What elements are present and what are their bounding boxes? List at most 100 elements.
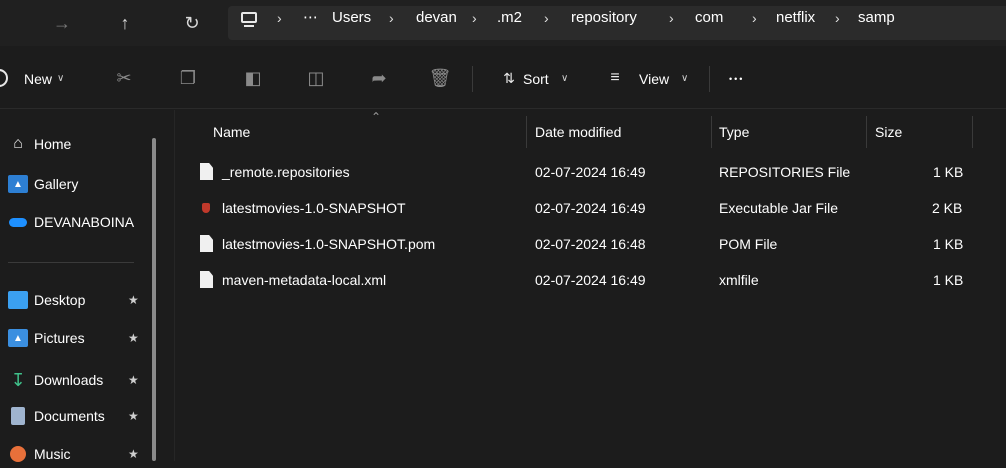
breadcrumb-repository[interactable]: repository	[571, 8, 637, 28]
table-row[interactable]: latestmovies-1.0-SNAPSHOT 02-07-2024 16:…	[195, 191, 1006, 225]
column-header-name[interactable]: Name	[213, 118, 250, 146]
breadcrumb-separator: ›	[472, 10, 477, 26]
address-bar-row: → ↑ ↻ › ⋯ Users › devan › .m2 › reposito…	[0, 0, 1006, 46]
sidebar-item-downloads[interactable]: ↧ Downloads ★	[0, 366, 150, 394]
column-header-size[interactable]: Size	[875, 118, 902, 146]
sidebar-item-pictures[interactable]: ▲ Pictures ★	[0, 324, 150, 352]
toolbar-divider	[472, 66, 473, 92]
breadcrumb-separator: ›	[669, 10, 674, 26]
gallery-icon: ▲	[8, 175, 28, 193]
music-icon	[8, 445, 28, 463]
breadcrumb-overflow[interactable]: ⋯	[303, 8, 319, 28]
view-icon: ≡	[610, 69, 620, 86]
sidebar-item-desktop[interactable]: Desktop ★	[0, 286, 150, 314]
pin-icon[interactable]: ★	[128, 409, 139, 423]
pin-icon[interactable]: ★	[128, 293, 139, 307]
sidebar-item-gallery[interactable]: ▲ Gallery	[0, 170, 150, 198]
sidebar-item-documents[interactable]: Documents ★	[0, 402, 150, 430]
delete-icon[interactable]: 🗑	[428, 66, 452, 90]
toolbar-divider	[709, 66, 710, 92]
sort-icon: ⇅	[503, 69, 515, 86]
pin-icon[interactable]: ★	[128, 373, 139, 387]
sidebar-item-label: Home	[34, 136, 72, 152]
sidebar-scrollbar[interactable]	[152, 138, 156, 461]
file-name: latestmovies-1.0-SNAPSHOT.pom	[222, 236, 436, 252]
monitor-icon	[241, 12, 261, 28]
add-icon	[0, 66, 8, 90]
breadcrumb-separator: ›	[389, 10, 394, 26]
view-button[interactable]: View	[639, 69, 669, 89]
table-row[interactable]: latestmovies-1.0-SNAPSHOT.pom 02-07-2024…	[195, 227, 1006, 261]
file-name: maven-metadata-local.xml	[222, 272, 387, 288]
file-type: xmlfile	[719, 272, 759, 288]
file-date: 02-07-2024 16:49	[535, 200, 646, 216]
chevron-down-icon: ∨	[681, 73, 689, 84]
breadcrumb-samp[interactable]: samp	[858, 8, 1006, 28]
sidebar-item-label: Downloads	[34, 372, 104, 388]
breadcrumb-netflix[interactable]: netflix	[776, 8, 815, 28]
pane-divider	[174, 110, 175, 461]
file-type: REPOSITORIES File	[719, 164, 851, 180]
sidebar-item-label: Documents	[34, 408, 105, 424]
file-size: 1 KB	[933, 272, 964, 288]
share-icon[interactable]: ➦	[367, 66, 391, 90]
pin-icon[interactable]: ★	[128, 447, 139, 461]
file-date: 02-07-2024 16:48	[535, 236, 646, 252]
breadcrumb-com[interactable]: com	[695, 8, 723, 28]
breadcrumb-separator: ›	[544, 10, 549, 26]
paste-icon[interactable]: ◧	[241, 66, 265, 90]
breadcrumb-users[interactable]: Users	[332, 8, 371, 28]
sort-ascending-icon: ⌃	[371, 110, 382, 124]
file-size: 1 KB	[933, 236, 964, 252]
forward-arrow-icon[interactable]: →	[48, 11, 76, 35]
file-size: 1 KB	[933, 164, 964, 180]
pictures-icon: ▲	[8, 329, 28, 347]
more-options-button[interactable]: •••	[729, 69, 744, 89]
column-divider[interactable]	[866, 116, 867, 148]
file-name: _remote.repositories	[222, 164, 350, 180]
copy-icon[interactable]: ❐	[176, 66, 200, 90]
breadcrumb-separator: ›	[752, 10, 757, 26]
column-divider[interactable]	[526, 116, 527, 148]
refresh-icon[interactable]: ↻	[178, 11, 206, 35]
column-header-type[interactable]: Type	[719, 118, 749, 146]
file-date: 02-07-2024 16:49	[535, 272, 646, 288]
file-size: 2 KB	[932, 200, 963, 216]
sidebar-item-label: Gallery	[34, 176, 79, 192]
up-arrow-icon[interactable]: ↑	[111, 11, 139, 35]
cut-icon[interactable]: ✂	[112, 66, 136, 90]
table-row[interactable]: maven-metadata-local.xml 02-07-2024 16:4…	[195, 263, 1006, 297]
home-icon: ⌂	[13, 135, 23, 152]
pin-icon[interactable]: ★	[128, 331, 139, 345]
downloads-icon: ↧	[10, 369, 26, 390]
sidebar-item-label: Pictures	[34, 330, 85, 346]
command-bar: New ∨ ✂ ❐ ◧ ◫ ➦ 🗑 ⇅ Sort ∨ ≡ View ∨ •••	[0, 46, 1006, 109]
sidebar-item-home[interactable]: ⌂ Home	[0, 130, 150, 158]
file-type: Executable Jar File	[719, 200, 839, 216]
chevron-down-icon: ∨	[57, 73, 65, 84]
new-button[interactable]: New	[24, 69, 52, 89]
breadcrumb-separator: ›	[277, 10, 282, 26]
desktop-icon	[8, 291, 28, 309]
column-divider[interactable]	[972, 116, 973, 148]
navigation-pane: ⌂ Home ▲ Gallery DEVANABOINA Desktop ★ ▲…	[0, 110, 160, 462]
column-divider[interactable]	[711, 116, 712, 148]
sidebar-divider	[8, 262, 134, 263]
file-date: 02-07-2024 16:49	[535, 164, 646, 180]
sidebar-item-music[interactable]: Music ★	[0, 440, 150, 468]
file-icon	[200, 163, 213, 180]
breadcrumb-m2[interactable]: .m2	[497, 8, 522, 28]
onedrive-icon	[8, 213, 28, 231]
file-icon	[200, 271, 213, 288]
rename-icon[interactable]: ◫	[304, 66, 328, 90]
documents-icon	[11, 407, 25, 425]
sidebar-item-label: Desktop	[34, 292, 86, 308]
chevron-down-icon: ∨	[561, 73, 569, 84]
column-header-date[interactable]: Date modified	[535, 118, 621, 146]
sidebar-item-devanaboina[interactable]: DEVANABOINA	[0, 208, 150, 236]
sort-button[interactable]: Sort	[523, 69, 549, 89]
table-row[interactable]: _remote.repositories 02-07-2024 16:49 RE…	[195, 155, 1006, 189]
file-type: POM File	[719, 236, 778, 252]
breadcrumb-devan[interactable]: devan	[416, 8, 457, 28]
file-icon	[200, 235, 213, 252]
